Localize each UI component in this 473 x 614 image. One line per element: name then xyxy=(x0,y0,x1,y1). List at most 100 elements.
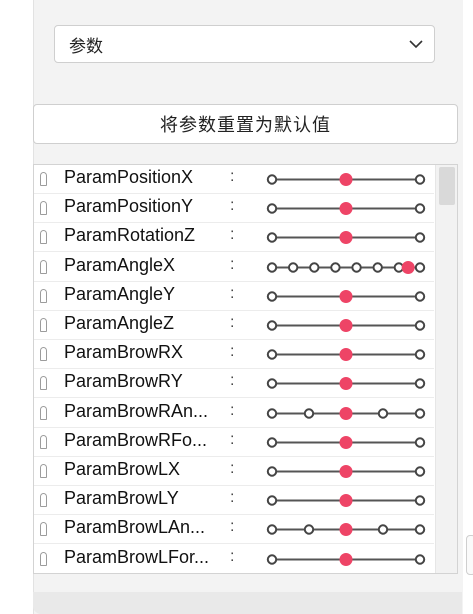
reset-params-button[interactable]: 将参数重置为默认值 xyxy=(33,104,458,144)
param-name: ParamBrowLY xyxy=(64,488,179,509)
param-row[interactable]: ParamPositionX: xyxy=(34,165,434,194)
param-row[interactable]: ParamAngleY: xyxy=(34,282,434,311)
slider-handle xyxy=(339,231,353,245)
keyframe-dot xyxy=(266,466,278,477)
param-separator: : xyxy=(230,518,235,536)
keyframe-dot xyxy=(266,553,278,565)
side-button-edge[interactable] xyxy=(466,535,473,575)
lock-icon[interactable] xyxy=(40,551,47,566)
param-name: ParamBrowLFor... xyxy=(64,546,210,567)
param-name: ParamBrowRX xyxy=(64,342,184,363)
keyframe-dot xyxy=(309,261,320,273)
param-name: ParamRotationZ xyxy=(64,225,196,246)
param-separator: : xyxy=(230,489,235,507)
keyframe-dot xyxy=(266,495,278,506)
keyframe-dot xyxy=(414,553,426,565)
param-row[interactable]: ParamBrowRAn...: xyxy=(34,399,434,428)
keyframe-dot xyxy=(414,261,426,273)
keyframe-dot xyxy=(266,232,278,244)
param-slider[interactable] xyxy=(264,486,434,515)
lock-icon[interactable] xyxy=(40,201,47,216)
param-slider[interactable] xyxy=(264,194,434,223)
param-row[interactable]: ParamBrowLFor...: xyxy=(34,545,434,574)
lock-icon[interactable] xyxy=(40,493,47,508)
param-slider[interactable] xyxy=(264,282,434,311)
param-slider[interactable] xyxy=(264,428,434,457)
lock-icon[interactable] xyxy=(40,347,47,362)
keyframe-dot xyxy=(266,524,278,536)
param-slider[interactable] xyxy=(264,253,434,282)
param-row[interactable]: ParamBrowLAn...: xyxy=(34,515,434,545)
param-separator: : xyxy=(230,168,235,185)
panel-footer xyxy=(33,592,462,614)
slider-handle xyxy=(339,523,353,537)
scrollbar-thumb[interactable] xyxy=(439,167,455,205)
param-row[interactable]: ParamPositionY: xyxy=(34,194,434,224)
keyframe-dot xyxy=(414,232,426,244)
keyframe-dot xyxy=(414,320,426,331)
param-name: ParamPositionY xyxy=(64,196,194,217)
param-row[interactable]: ParamBrowLY: xyxy=(34,486,434,516)
param-row[interactable]: ParamBrowRX: xyxy=(34,340,434,370)
lock-icon[interactable] xyxy=(40,230,47,245)
param-slider[interactable] xyxy=(264,457,434,486)
param-row[interactable]: ParamBrowRY: xyxy=(34,369,434,399)
param-name: ParamBrowRAn... xyxy=(64,400,209,421)
param-name: ParamAngleZ xyxy=(64,313,175,333)
slider-handle xyxy=(401,260,415,274)
param-separator: : xyxy=(230,284,235,302)
keyframe-dot xyxy=(414,291,426,302)
keyframe-dot xyxy=(330,261,341,273)
category-dropdown[interactable]: 参数 xyxy=(54,25,435,63)
param-separator: : xyxy=(230,226,235,244)
lock-icon[interactable] xyxy=(40,405,47,420)
lock-icon[interactable] xyxy=(40,434,47,449)
keyframe-dot xyxy=(303,524,315,536)
param-slider[interactable] xyxy=(264,399,434,428)
param-row[interactable]: ParamAngleZ: xyxy=(34,311,434,340)
keyframe-dot xyxy=(303,407,315,419)
lock-icon[interactable] xyxy=(40,288,47,303)
param-row[interactable]: ParamRotationZ: xyxy=(34,223,434,253)
param-name: ParamAngleY xyxy=(64,283,176,304)
param-slider[interactable] xyxy=(264,340,434,369)
lock-icon[interactable] xyxy=(40,376,47,391)
keyframe-dot xyxy=(266,407,278,419)
keyframe-dot xyxy=(266,378,278,390)
keyframe-dot xyxy=(266,349,278,360)
keyframe-dot xyxy=(377,524,389,536)
keyframe-dot xyxy=(266,261,278,273)
param-separator: : xyxy=(230,547,235,565)
param-slider[interactable] xyxy=(264,545,434,574)
lock-icon[interactable] xyxy=(40,259,47,274)
param-list: ParamPositionX: ParamPositionY: ParamRotat… xyxy=(33,164,458,574)
param-slider[interactable] xyxy=(264,311,434,340)
slider-handle xyxy=(339,552,353,566)
param-separator: : xyxy=(230,314,235,331)
lock-icon[interactable] xyxy=(40,464,47,478)
param-slider[interactable] xyxy=(264,515,434,544)
reset-button-label: 将参数重置为默认值 xyxy=(160,115,331,135)
param-row[interactable]: ParamBrowLX: xyxy=(34,457,434,486)
chevron-down-icon xyxy=(409,40,423,49)
slider-handle xyxy=(339,406,353,420)
keyframe-dot xyxy=(266,437,278,448)
keyframe-dot xyxy=(414,524,426,536)
param-name: ParamBrowLX xyxy=(64,459,181,479)
lock-icon[interactable] xyxy=(40,522,47,537)
param-row[interactable]: ParamBrowRFo...: xyxy=(34,428,434,457)
scrollbar[interactable] xyxy=(435,165,457,573)
param-slider[interactable] xyxy=(264,369,434,398)
param-separator: : xyxy=(230,430,235,448)
keyframe-dot xyxy=(414,203,426,214)
keyframe-dot xyxy=(414,407,426,419)
param-row[interactable]: ParamAngleX: xyxy=(34,253,434,282)
param-slider[interactable] xyxy=(264,223,434,252)
keyframe-dot xyxy=(372,261,383,273)
keyframe-dot xyxy=(266,291,278,302)
lock-icon[interactable] xyxy=(40,318,47,332)
param-slider[interactable] xyxy=(264,165,434,194)
keyframe-dot xyxy=(266,174,278,185)
lock-icon[interactable] xyxy=(40,172,47,186)
slider-handle xyxy=(339,377,353,391)
